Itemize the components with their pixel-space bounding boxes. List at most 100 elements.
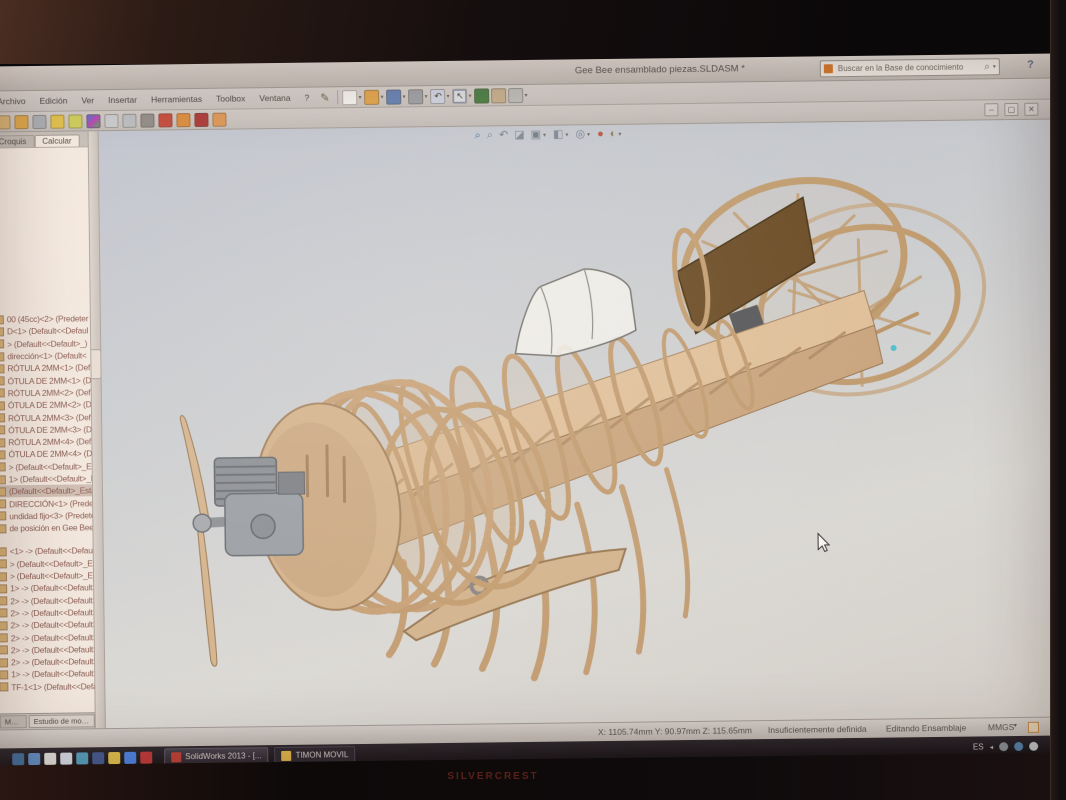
view-tool-button[interactable]: ⌕▾ (475, 129, 481, 143)
bottom-tab[interactable]: Estudio de movimiento 1 (29, 714, 95, 728)
tree-item[interactable]: 1> -> (Default<<Default>_Est (0, 668, 94, 681)
search-icon[interactable]: ⌕ (984, 62, 990, 72)
taskbar-app-icon[interactable] (76, 752, 88, 764)
tray-volume-icon[interactable] (1029, 742, 1038, 751)
assembly-tool-icon[interactable] (122, 113, 136, 127)
tree-item[interactable]: (Default<<Default>_Estad (0, 484, 92, 497)
view-tool-button[interactable]: ⌕▾ (487, 128, 493, 142)
assembly-tool-icon[interactable] (86, 114, 100, 128)
dropdown-arrow-icon[interactable]: ▾ (424, 93, 427, 100)
tree-item[interactable]: ÓTULA DE 2MM<3> (Def (0, 423, 91, 436)
tree-item[interactable]: TF-1<1> (Default<<Default>_E (0, 680, 94, 693)
toolbar-button[interactable]: ▾ (408, 89, 428, 104)
view-tool-button[interactable]: ◐▾ (610, 127, 623, 141)
minimize-window-icon[interactable]: – (984, 103, 998, 116)
toolbar-button[interactable]: ↖▾ (452, 88, 472, 103)
assembly-tool-icon[interactable] (194, 112, 208, 126)
toolbar-button[interactable]: ▾ (508, 87, 528, 102)
tree-item[interactable]: ÓTULA DE 2MM<2> (Def (0, 398, 91, 411)
tree-item[interactable]: DIRECCIÓN<1> (Predeterm (0, 497, 92, 510)
tray-clock-icon[interactable] (999, 742, 1008, 751)
menu-item[interactable]: Herramientas (144, 94, 209, 105)
view-tool-button[interactable]: ◪▾ (514, 128, 525, 142)
assembly-tool-icon[interactable] (0, 115, 11, 129)
dropdown-arrow-icon[interactable]: ▾ (402, 93, 405, 100)
tree-item[interactable]: D<1> (Default<<Defaul (0, 325, 90, 338)
tree-item[interactable]: > (Default<<Default>_) (0, 337, 90, 350)
tree-item[interactable]: 1> -> (Default<<Default>_Est (0, 582, 93, 595)
splitter-grip-icon[interactable] (91, 349, 101, 379)
units-dropdown-icon[interactable]: ▾ (1014, 722, 1017, 729)
dropdown-arrow-icon[interactable]: ▾ (358, 93, 361, 100)
taskbar-app-icon[interactable] (28, 752, 40, 764)
view-tool-button[interactable]: ●▾ (597, 127, 604, 141)
tree-item[interactable]: ÓTULA DE 2MM<1> (Def (0, 374, 91, 387)
toolbar-button[interactable]: ▾ (474, 88, 489, 103)
assembly-tool-icon[interactable] (104, 113, 118, 127)
close-window-icon[interactable]: ✕ (1024, 103, 1038, 116)
tree-item[interactable]: > (Default<<Default>_Estado (0, 557, 93, 570)
assembly-tool-icon[interactable] (32, 114, 46, 128)
graphics-viewport[interactable]: ⌕▾ ⌕▾ ↶▾ ◪▾ (99, 120, 1060, 729)
tree-item[interactable]: RÓTULA 2MM<1> (Defau (0, 361, 91, 374)
assembly-tool-icon[interactable] (140, 113, 154, 127)
dropdown-arrow-icon[interactable]: ▾ (525, 91, 528, 98)
tree-item[interactable]: 1> (Default<<Default>_Es (0, 472, 92, 485)
command-tab[interactable]: Calcular (34, 134, 79, 147)
bottom-tab[interactable]: Modelo (0, 715, 27, 728)
command-tab[interactable]: Croquis (0, 135, 34, 148)
menu-item[interactable]: Toolbox (209, 93, 252, 104)
language-indicator[interactable]: ES (973, 742, 984, 751)
toolbar-button[interactable]: ▾ (386, 89, 406, 104)
menu-item[interactable]: ? (297, 93, 316, 103)
knowledge-base-search[interactable]: ⌕ ▾ (820, 58, 1000, 77)
tray-network-icon[interactable] (1014, 742, 1023, 751)
view-tool-button[interactable]: ◧▾ (553, 127, 570, 141)
taskbar-app-icon[interactable] (92, 752, 104, 764)
toolbar-button[interactable]: ▾ (364, 89, 384, 104)
help-icon[interactable]: ? (1027, 59, 1034, 71)
tree-item[interactable]: RÓTULA 2MM<4> (Defau (0, 435, 91, 448)
taskbar-app-icon[interactable] (124, 751, 136, 763)
tree-item[interactable]: 2> -> (Default<<Default>_Est (0, 594, 93, 607)
tree-item[interactable]: > (Default<<Default>_Est (0, 460, 92, 473)
assembly-tool-icon[interactable] (212, 112, 226, 126)
tree-item[interactable]: 2> -> (Default<<Default>_Est (0, 631, 94, 644)
tree-item[interactable]: de posición en Gee Bee en (0, 521, 92, 534)
assembly-tool-icon[interactable] (50, 114, 64, 128)
tree-item[interactable]: dirección<1> (Default< (0, 349, 90, 362)
taskbar-app-icon[interactable] (44, 752, 56, 764)
tree-item[interactable]: 00 (45cc)<2> (Predeter (0, 312, 90, 325)
tree-item[interactable]: RÓTULA 2MM<3> (Defau (0, 411, 91, 424)
tree-item[interactable]: > (Default<<Default>_Estado (0, 569, 93, 582)
tree-item[interactable]: undidad fijo<3> (Predeterm (0, 509, 92, 522)
view-tool-button[interactable]: ↶▾ (499, 128, 508, 142)
menu-item[interactable]: Edición (32, 95, 74, 106)
taskbar-app-icon[interactable] (60, 752, 72, 764)
status-tag-icon[interactable] (1028, 722, 1039, 733)
menu-item[interactable]: Insertar (101, 95, 144, 106)
assembly-3d-model[interactable] (99, 120, 1060, 727)
menu-item[interactable]: Ventana (252, 93, 297, 104)
tree-item[interactable]: <1> -> (Default<<Default>_) (0, 545, 93, 558)
tray-expand-icon[interactable]: ◂ (990, 743, 994, 751)
view-tool-button[interactable]: ▣▾ (531, 128, 548, 142)
toolbar-button[interactable]: ↶▾ (430, 88, 450, 103)
assembly-tool-icon[interactable] (14, 115, 28, 129)
dropdown-arrow-icon[interactable]: ▾ (469, 92, 472, 99)
taskbar-app-icon[interactable] (12, 753, 24, 765)
menu-item[interactable]: Archivo (0, 96, 33, 107)
dropdown-arrow-icon[interactable]: ▾ (380, 93, 383, 100)
tree-item[interactable]: 2> -> (Default<<Default>_Est (0, 643, 94, 656)
view-tool-button[interactable]: ◎▾ (575, 127, 591, 141)
toolbar-button[interactable]: ▾ (491, 88, 506, 103)
restore-window-icon[interactable]: ▢ (1004, 103, 1018, 116)
dropdown-arrow-icon[interactable]: ▾ (447, 92, 450, 99)
tree-item[interactable]: ÓTULA DE 2MM<4> (Def (0, 448, 92, 461)
tree-item[interactable]: 2> -> (Default<<Default>_Est (0, 606, 94, 619)
tree-item[interactable]: 2> -> (Default<<Default>_Est (0, 618, 94, 631)
assembly-tool-icon[interactable] (68, 114, 82, 128)
status-units[interactable]: MMGS (988, 722, 1015, 732)
taskbar-app-icon[interactable] (140, 751, 152, 763)
tree-item[interactable]: 2> -> (Default<<Default>_Est (0, 655, 94, 668)
